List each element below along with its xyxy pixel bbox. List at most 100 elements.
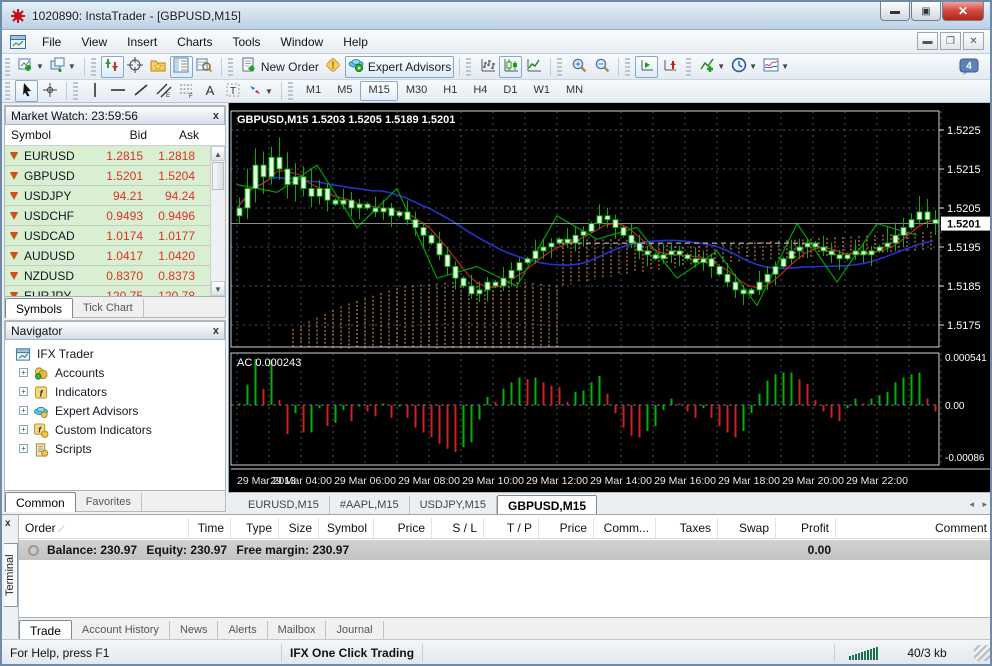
market-watch-tab-tick-chart[interactable]: Tick Chart — [73, 299, 144, 317]
menu-file[interactable]: File — [32, 32, 71, 52]
indicators-add-button[interactable]: ▼ — [696, 56, 728, 78]
new-chart-button[interactable]: ▼ — [15, 56, 47, 78]
equidistant-channel-button[interactable]: E — [152, 80, 175, 102]
horizontal-line-button[interactable] — [106, 80, 129, 102]
resize-grip[interactable] — [974, 645, 990, 661]
auto-scroll-button[interactable] — [635, 56, 658, 78]
chart-area[interactable]: 1.52251.52151.52051.51951.51851.51751.52… — [228, 103, 992, 492]
terminal-column-time[interactable]: Time — [189, 518, 231, 538]
navigator-item-indicators[interactable]: +fIndicators — [11, 382, 225, 401]
terminal-column-swap[interactable]: Swap — [718, 518, 776, 538]
crosshair-cursor-button[interactable] — [124, 56, 147, 78]
templates-dropdown-icon[interactable]: ▼ — [781, 62, 789, 71]
menu-tools[interactable]: Tools — [223, 32, 271, 52]
quote-row-usdchf[interactable]: USDCHF0.94930.9496 — [5, 206, 210, 226]
bar-chart-button[interactable] — [476, 56, 499, 78]
child-close-button[interactable]: ✕ — [963, 32, 984, 50]
child-minimize-button[interactable]: ▬ — [917, 32, 938, 50]
timeframe-m1[interactable]: M1 — [298, 81, 329, 101]
arrows-dropdown-icon[interactable]: ▼ — [265, 87, 273, 96]
menu-view[interactable]: View — [71, 32, 117, 52]
scrollbar-thumb[interactable] — [212, 162, 224, 190]
timeframe-d1[interactable]: D1 — [495, 81, 525, 101]
templates-button[interactable]: ▼ — [760, 56, 792, 78]
column-ask[interactable]: Ask — [153, 125, 205, 145]
terminal-tab-news[interactable]: News — [170, 621, 219, 639]
new-order-button[interactable]: New Order — [238, 56, 322, 78]
timeframe-m15[interactable]: M15 — [360, 81, 397, 101]
minimize-button[interactable]: ▬ — [880, 2, 910, 21]
text-label-button[interactable]: T — [221, 80, 244, 102]
terminal-column-type[interactable]: Type — [231, 518, 279, 538]
terminal-tab-mailbox[interactable]: Mailbox — [268, 621, 327, 639]
market-watch-scrollbar[interactable]: ▲ ▼ — [210, 146, 225, 296]
chart-tab-gbpusdm15[interactable]: GBPUSD,M15 — [497, 495, 597, 515]
chart-tab-aaplm15[interactable]: #AAPL,M15 — [330, 496, 410, 514]
maximize-button[interactable]: ▣ — [911, 2, 941, 21]
column-bid[interactable]: Bid — [101, 125, 153, 145]
trendline-button[interactable] — [129, 80, 152, 102]
navigator-header[interactable]: Navigator x — [5, 321, 225, 340]
market-watch-toggle-button[interactable] — [170, 56, 193, 78]
text-button[interactable]: A — [198, 80, 221, 102]
terminal-vertical-tab[interactable]: Terminal — [4, 543, 18, 607]
close-button[interactable]: ✕ — [942, 2, 984, 21]
notifications-button[interactable]: 4 — [956, 56, 982, 78]
menu-window[interactable]: Window — [271, 32, 334, 52]
indicators-add-dropdown-icon[interactable]: ▼ — [717, 62, 725, 71]
menu-help[interactable]: Help — [333, 32, 378, 52]
terminal-column-profit[interactable]: Profit — [776, 518, 836, 538]
expand-plus-icon[interactable]: + — [19, 406, 28, 415]
quote-row-usdcad[interactable]: USDCAD1.01741.0177 — [5, 226, 210, 246]
expand-plus-icon[interactable]: + — [19, 387, 28, 396]
terminal-column-comm[interactable]: Comm... — [594, 518, 656, 538]
scroll-up-icon[interactable]: ▲ — [211, 146, 225, 161]
crosshair-button[interactable] — [38, 80, 61, 102]
navigator-tab-favorites[interactable]: Favorites — [76, 493, 142, 511]
data-window-button[interactable] — [193, 56, 216, 78]
fibonacci-button[interactable]: F — [175, 80, 198, 102]
terminal-column-sl[interactable]: S / L — [432, 518, 484, 538]
periods-button[interactable]: ▼ — [728, 56, 760, 78]
favorites-button[interactable] — [147, 56, 170, 78]
market-watch-close-icon[interactable]: x — [213, 111, 219, 121]
navigator-close-icon[interactable]: x — [213, 326, 219, 336]
expand-plus-icon[interactable]: + — [19, 368, 28, 377]
tab-scroll-arrows-icon[interactable]: ◂ ▸ — [969, 499, 990, 510]
terminal-close-icon[interactable]: x — [5, 518, 11, 529]
quote-row-nzdusd[interactable]: NZDUSD0.83700.8373 — [5, 266, 210, 286]
navigator-item-scripts[interactable]: +Scripts — [11, 439, 225, 458]
child-restore-button[interactable]: ❐ — [940, 32, 961, 50]
arrows-button[interactable]: ▼ — [244, 80, 276, 102]
navigator-item-custom-indicators[interactable]: +fCustom Indicators — [11, 420, 225, 439]
menu-charts[interactable]: Charts — [167, 32, 222, 52]
zoom-in-button[interactable] — [567, 56, 590, 78]
new-chart-dropdown-icon[interactable]: ▼ — [36, 62, 44, 71]
timeframe-w1[interactable]: W1 — [525, 81, 558, 101]
chart-tab-usdjpym15[interactable]: USDJPY,M15 — [410, 496, 497, 514]
quote-row-gbpusd[interactable]: GBPUSD1.52011.5204 — [5, 166, 210, 186]
terminal-column-tp[interactable]: T / P — [484, 518, 539, 538]
terminal-tab-alerts[interactable]: Alerts — [218, 621, 267, 639]
navigator-tab-common[interactable]: Common — [5, 492, 76, 512]
terminal-column-comment[interactable]: Comment — [836, 518, 992, 538]
cursor-button[interactable] — [15, 80, 38, 102]
chart-tab-eurusdm15[interactable]: EURUSD,M15 — [238, 496, 330, 514]
timeframe-h4[interactable]: H4 — [465, 81, 495, 101]
vertical-line-button[interactable] — [83, 80, 106, 102]
profiles-button[interactable]: ▼ — [47, 56, 79, 78]
line-chart-button[interactable] — [522, 56, 545, 78]
quote-row-eurusd[interactable]: EURUSD1.28151.2818 — [5, 146, 210, 166]
column-symbol[interactable]: Symbol — [5, 125, 101, 145]
navigator-root[interactable]: IFX Trader — [11, 344, 225, 363]
expand-plus-icon[interactable]: + — [19, 425, 28, 434]
timeframe-m5[interactable]: M5 — [329, 81, 360, 101]
terminal-column-size[interactable]: Size — [279, 518, 319, 538]
terminal-tab-account-history[interactable]: Account History — [72, 621, 170, 639]
tick-chart-button[interactable] — [101, 56, 124, 78]
terminal-column-symbol[interactable]: Symbol — [319, 518, 374, 538]
chart-shift-button[interactable] — [658, 56, 681, 78]
terminal-tab-journal[interactable]: Journal — [326, 621, 383, 639]
one-click-trading-label[interactable]: IFX One Click Trading — [282, 644, 423, 662]
navigator-item-accounts[interactable]: +Accounts — [11, 363, 225, 382]
